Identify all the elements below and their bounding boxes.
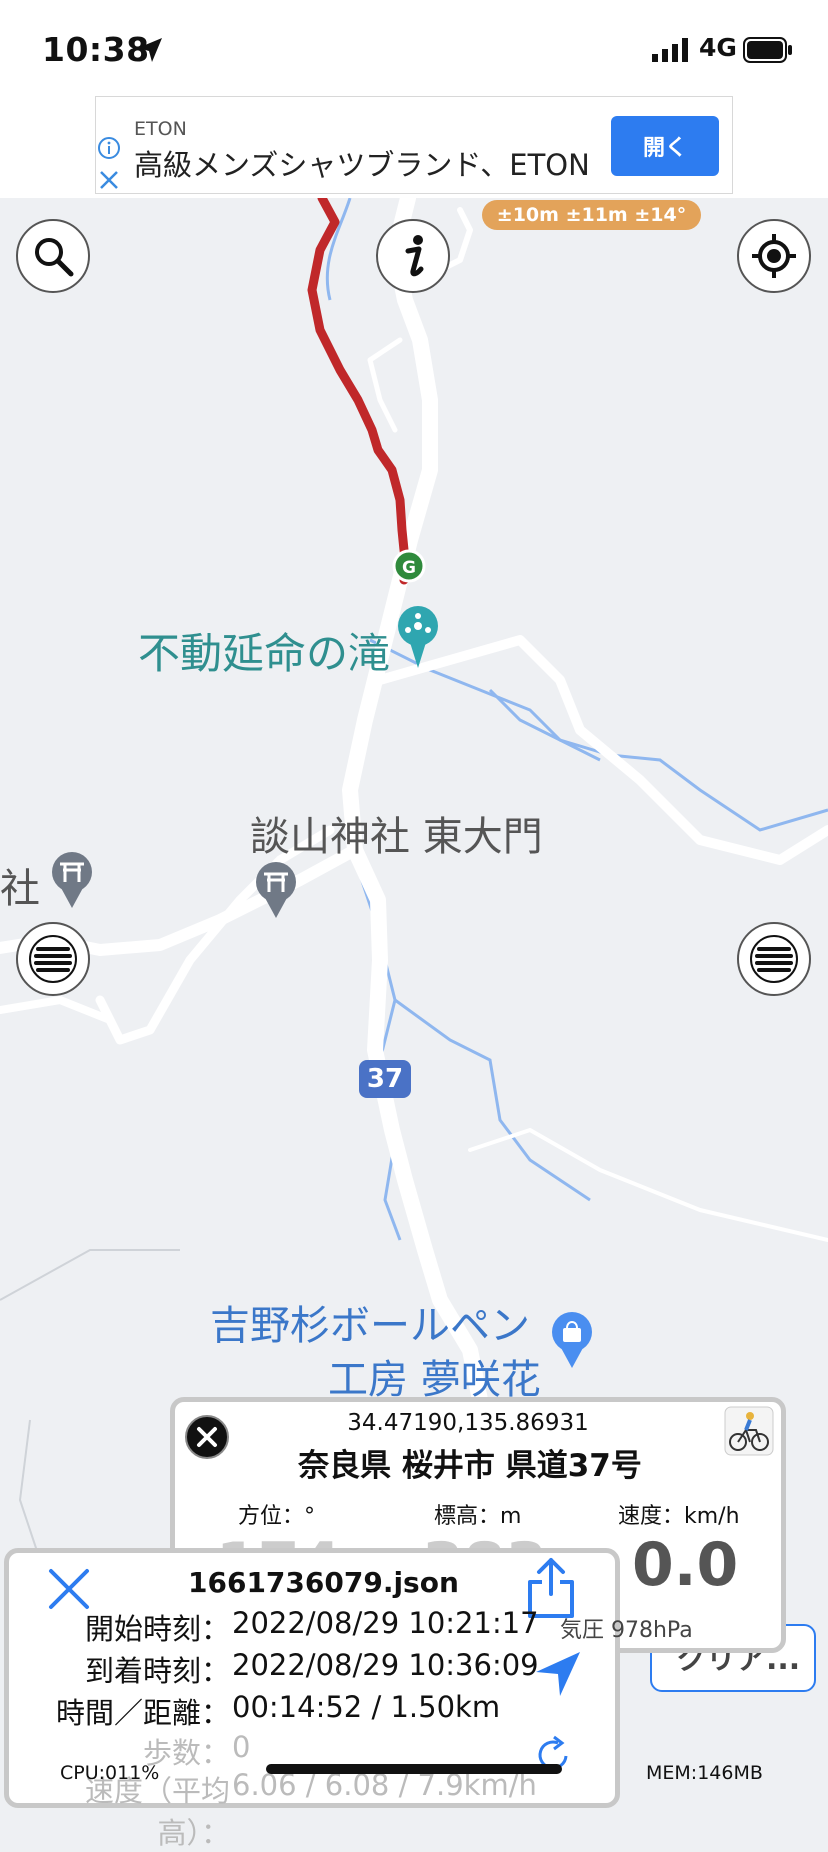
coordinates: 34.47190,135.86931 (347, 1410, 589, 1436)
battery-icon (743, 37, 792, 63)
info-i-icon (405, 235, 424, 277)
speed-header: 速度：km/h (618, 1504, 740, 1529)
close-circle-icon[interactable] (184, 1414, 230, 1460)
goal-marker-icon: G (392, 549, 426, 583)
locate-icon (752, 234, 796, 278)
svg-text:G: G (402, 558, 416, 578)
map-label-shrine-partial[interactable]: 社 (0, 856, 40, 914)
network-type: 4G (699, 33, 737, 62)
cpu-usage: CPU:011% (60, 1762, 160, 1784)
info-button[interactable] (376, 219, 450, 293)
ad-text[interactable]: 高級メンズシャツブランド、ETON (134, 142, 590, 184)
steps-value: 0 (232, 1730, 251, 1764)
mem-usage: MEM:146MB (646, 1762, 763, 1784)
status-time: 10:38 (42, 30, 150, 69)
menu-icon (29, 935, 77, 983)
direction-header: 方位：° (238, 1504, 316, 1529)
start-time-value: 2022/08/29 10:21:17 (232, 1606, 539, 1640)
home-indicator[interactable] (266, 1764, 562, 1774)
info-icon[interactable] (97, 136, 121, 160)
signal-icon (652, 38, 688, 62)
arrival-time-value: 2022/08/29 10:36:09 (232, 1648, 539, 1682)
map-label-pen-shop[interactable]: 吉野杉ボールペン (210, 1293, 530, 1351)
track-filename: 1661736079.json (188, 1566, 459, 1599)
elevation-header: 標高：m (434, 1504, 522, 1529)
navigation-arrow-icon[interactable] (534, 1650, 582, 1698)
location-arrow-icon (138, 38, 162, 62)
close-icon[interactable] (97, 168, 121, 192)
address: 奈良県 桜井市 県道37号 (298, 1448, 642, 1484)
route-shield: 37 (359, 1060, 411, 1098)
map-label-shrine-gate[interactable]: 談山神社 東大門 (250, 804, 543, 862)
bicycle-icon[interactable] (724, 1406, 774, 1456)
start-time-label: 開始時刻： (84, 1612, 230, 1646)
search-button[interactable] (16, 219, 90, 293)
time-distance-value: 00:14:52 / 1.50km (232, 1690, 501, 1724)
map-label-waterfall[interactable]: 不動延命の滝 (138, 620, 390, 681)
arrival-time-label: 到着時刻： (84, 1654, 230, 1688)
locate-button[interactable] (737, 219, 811, 293)
ad-open-button[interactable]: 開く (611, 116, 719, 176)
accuracy-badge: ±10m ±11m ±14° (482, 200, 701, 230)
menu-button-left[interactable] (16, 922, 90, 996)
time-distance-label: 時間／距離： (55, 1696, 230, 1730)
pressure-value: 気圧 978hPa (560, 1618, 693, 1643)
menu-button-right[interactable] (737, 922, 811, 996)
speed-value: 0.0 (632, 1530, 739, 1600)
ad-brand: ETON (134, 118, 187, 140)
search-icon (35, 238, 74, 277)
menu-icon (750, 935, 798, 983)
